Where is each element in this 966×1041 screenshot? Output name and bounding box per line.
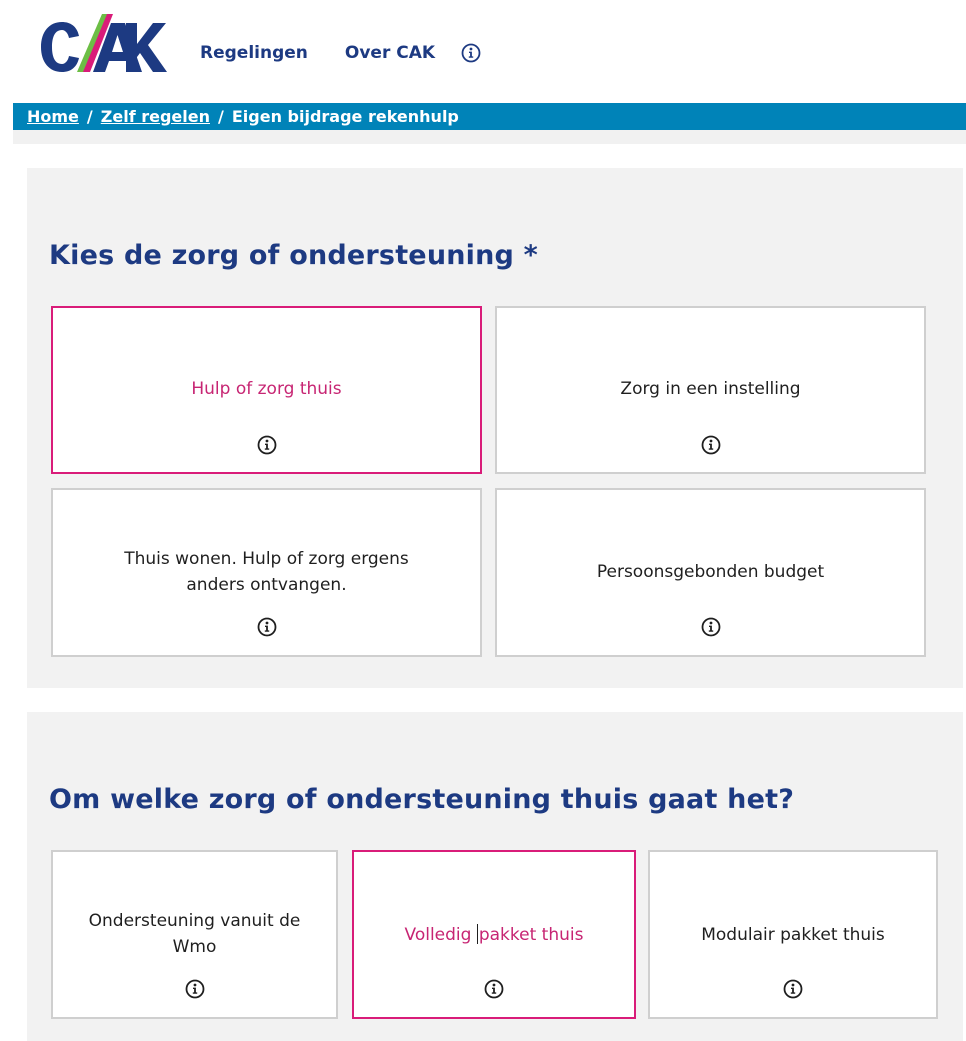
info-icon[interactable] — [701, 435, 721, 455]
option-label: Zorg in een instelling — [620, 379, 801, 399]
option-label-line: Ondersteuning vanuit de — [88, 911, 301, 931]
info-icon[interactable] — [701, 617, 721, 637]
option-label: Thuis wonen. Hulp of zorg ergens anders … — [61, 546, 472, 598]
option-label-line: anders ontvangen. — [186, 575, 347, 595]
info-icon[interactable] — [783, 979, 803, 999]
option-hulp-of-zorg-thuis[interactable]: Hulp of zorg thuis — [51, 306, 482, 474]
home-care-title: Om welke zorg of ondersteuning thuis gaa… — [49, 784, 795, 815]
breadcrumb: Home / Zelf regelen / Eigen bijdrage rek… — [13, 103, 966, 130]
info-icon[interactable] — [257, 617, 277, 637]
option-label: Hulp of zorg thuis — [191, 379, 342, 399]
breadcrumb-separator: / — [218, 107, 224, 126]
option-label: Volledig pakket thuis — [362, 922, 626, 948]
main-nav: Regelingen Over CAK — [200, 43, 481, 63]
option-label: Persoonsgebonden budget — [596, 562, 825, 582]
breadcrumb-current: Eigen bijdrage rekenhulp — [231, 107, 459, 126]
option-thuis-wonen-elders[interactable]: Thuis wonen. Hulp of zorg ergens anders … — [51, 488, 482, 657]
option-label-line: Thuis wonen. Hulp of zorg ergens — [124, 549, 409, 569]
care-type-title: Kies de zorg of ondersteuning * — [49, 240, 538, 271]
info-icon[interactable] — [484, 979, 504, 999]
site-header: Regelingen Over CAK — [0, 0, 966, 100]
breadcrumb-separator: / — [86, 107, 93, 126]
option-modulair-pakket-thuis[interactable]: Modulair pakket thuis — [648, 850, 938, 1019]
text-cursor — [476, 924, 478, 944]
nav-regelingen[interactable]: Regelingen — [200, 43, 308, 63]
nav-over-cak[interactable]: Over CAK — [345, 43, 435, 63]
option-label-part: Volledig — [404, 925, 477, 945]
option-volledig-pakket-thuis[interactable]: Volledig pakket thuis — [352, 850, 636, 1019]
option-label-part: pakket thuis — [478, 925, 584, 945]
option-persoonsgebonden-budget[interactable]: Persoonsgebonden budget — [495, 488, 926, 657]
option-label-line: Wmo — [172, 937, 217, 957]
breadcrumb-home[interactable]: Home — [27, 107, 79, 126]
info-icon[interactable] — [257, 435, 277, 455]
option-ondersteuning-wmo[interactable]: Ondersteuning vanuit de Wmo — [51, 850, 338, 1019]
info-icon[interactable] — [185, 979, 205, 999]
breadcrumb-underline — [13, 130, 966, 144]
care-type-panel: Kies de zorg of ondersteuning * Hulp of … — [27, 168, 963, 688]
info-icon[interactable] — [461, 43, 481, 63]
option-zorg-in-een-instelling[interactable]: Zorg in een instelling — [495, 306, 926, 474]
option-label: Modulair pakket thuis — [701, 925, 885, 945]
breadcrumb-zelf-regelen[interactable]: Zelf regelen — [101, 107, 210, 126]
cak-logo[interactable] — [27, 10, 167, 80]
home-care-panel: Om welke zorg of ondersteuning thuis gaa… — [27, 712, 963, 1041]
option-label: Ondersteuning vanuit de Wmo — [61, 908, 328, 960]
